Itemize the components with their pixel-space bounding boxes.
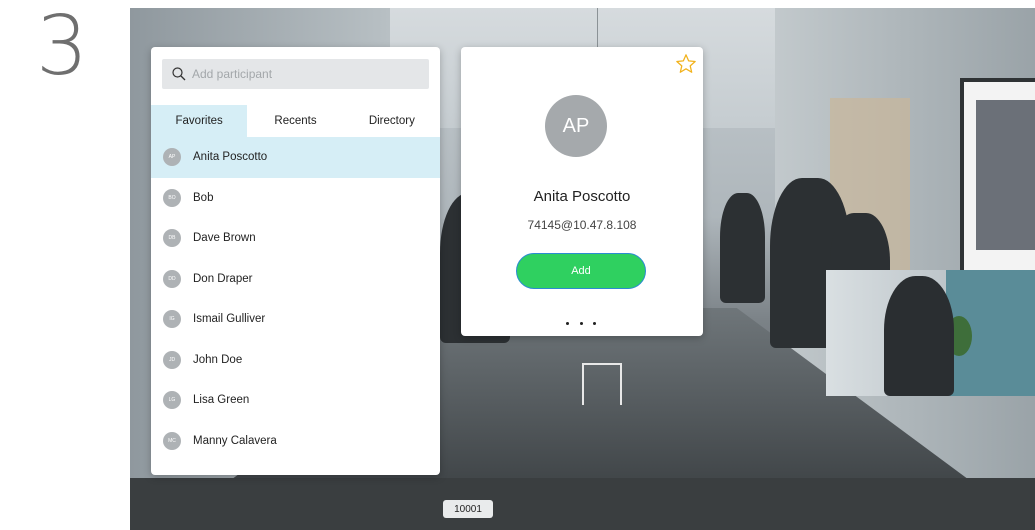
avatar: MC bbox=[163, 431, 181, 450]
avatar: DD bbox=[163, 269, 181, 288]
selfview-person bbox=[884, 276, 954, 396]
avatar: LG bbox=[163, 391, 181, 410]
tab-favorites[interactable]: Favorites bbox=[151, 105, 248, 137]
contact-name: Don Draper bbox=[193, 272, 253, 285]
tab-recents[interactable]: Recents bbox=[247, 105, 343, 137]
contact-list: AP Anita Poscotto BO Bob DB Dave Brown D… bbox=[151, 137, 440, 461]
contact-detail-name: Anita Poscotto bbox=[533, 188, 631, 205]
selfview-window[interactable] bbox=[826, 270, 1035, 396]
floor bbox=[130, 478, 1035, 530]
contact-avatar: AP bbox=[545, 95, 607, 157]
contact-name: Manny Calavera bbox=[193, 434, 277, 447]
contact-item[interactable]: IG Ismail Gulliver bbox=[151, 299, 440, 340]
add-button[interactable]: Add bbox=[516, 253, 646, 289]
contact-name: John Doe bbox=[193, 353, 243, 366]
tab-directory[interactable]: Directory bbox=[344, 105, 440, 137]
avatar: AP bbox=[163, 148, 181, 167]
contact-item[interactable]: LG Lisa Green bbox=[151, 380, 440, 421]
tab-bar: Favorites Recents Directory bbox=[151, 105, 440, 137]
step-number: 3 bbox=[36, 0, 89, 94]
contact-item[interactable]: MC Manny Calavera bbox=[151, 421, 440, 462]
contact-detail-card: AP Anita Poscotto 74145@10.47.8.108 Add bbox=[461, 47, 703, 336]
contact-address: 74145@10.47.8.108 bbox=[527, 218, 637, 232]
person-silhouette bbox=[720, 193, 765, 303]
camera-stand bbox=[582, 363, 622, 405]
wall-picture bbox=[960, 78, 1035, 276]
search-input[interactable] bbox=[190, 66, 414, 82]
contact-item[interactable]: BO Bob bbox=[151, 178, 440, 219]
avatar: BO bbox=[163, 188, 181, 207]
contact-name: Anita Poscotto bbox=[193, 151, 268, 164]
wall-picture-image bbox=[976, 100, 1035, 250]
search-box[interactable] bbox=[162, 59, 429, 89]
contact-name: Dave Brown bbox=[193, 232, 256, 245]
contact-item[interactable]: JD John Doe bbox=[151, 340, 440, 381]
contact-item[interactable]: AP Anita Poscotto bbox=[151, 137, 440, 178]
caller-id-label: 10001 bbox=[443, 500, 493, 518]
contact-item[interactable]: DD Don Draper bbox=[151, 259, 440, 300]
more-options-icon[interactable] bbox=[566, 317, 596, 329]
avatar: IG bbox=[163, 310, 181, 329]
contact-item[interactable]: DB Dave Brown bbox=[151, 218, 440, 259]
avatar: JD bbox=[163, 350, 181, 369]
participant-picker: Favorites Recents Directory AP Anita Pos… bbox=[151, 47, 440, 475]
contact-name: Ismail Gulliver bbox=[193, 313, 266, 326]
avatar: DB bbox=[163, 229, 181, 248]
contact-name: Lisa Green bbox=[193, 394, 250, 407]
contact-name: Bob bbox=[193, 191, 214, 204]
star-icon[interactable] bbox=[675, 53, 697, 75]
search-icon bbox=[172, 67, 186, 81]
